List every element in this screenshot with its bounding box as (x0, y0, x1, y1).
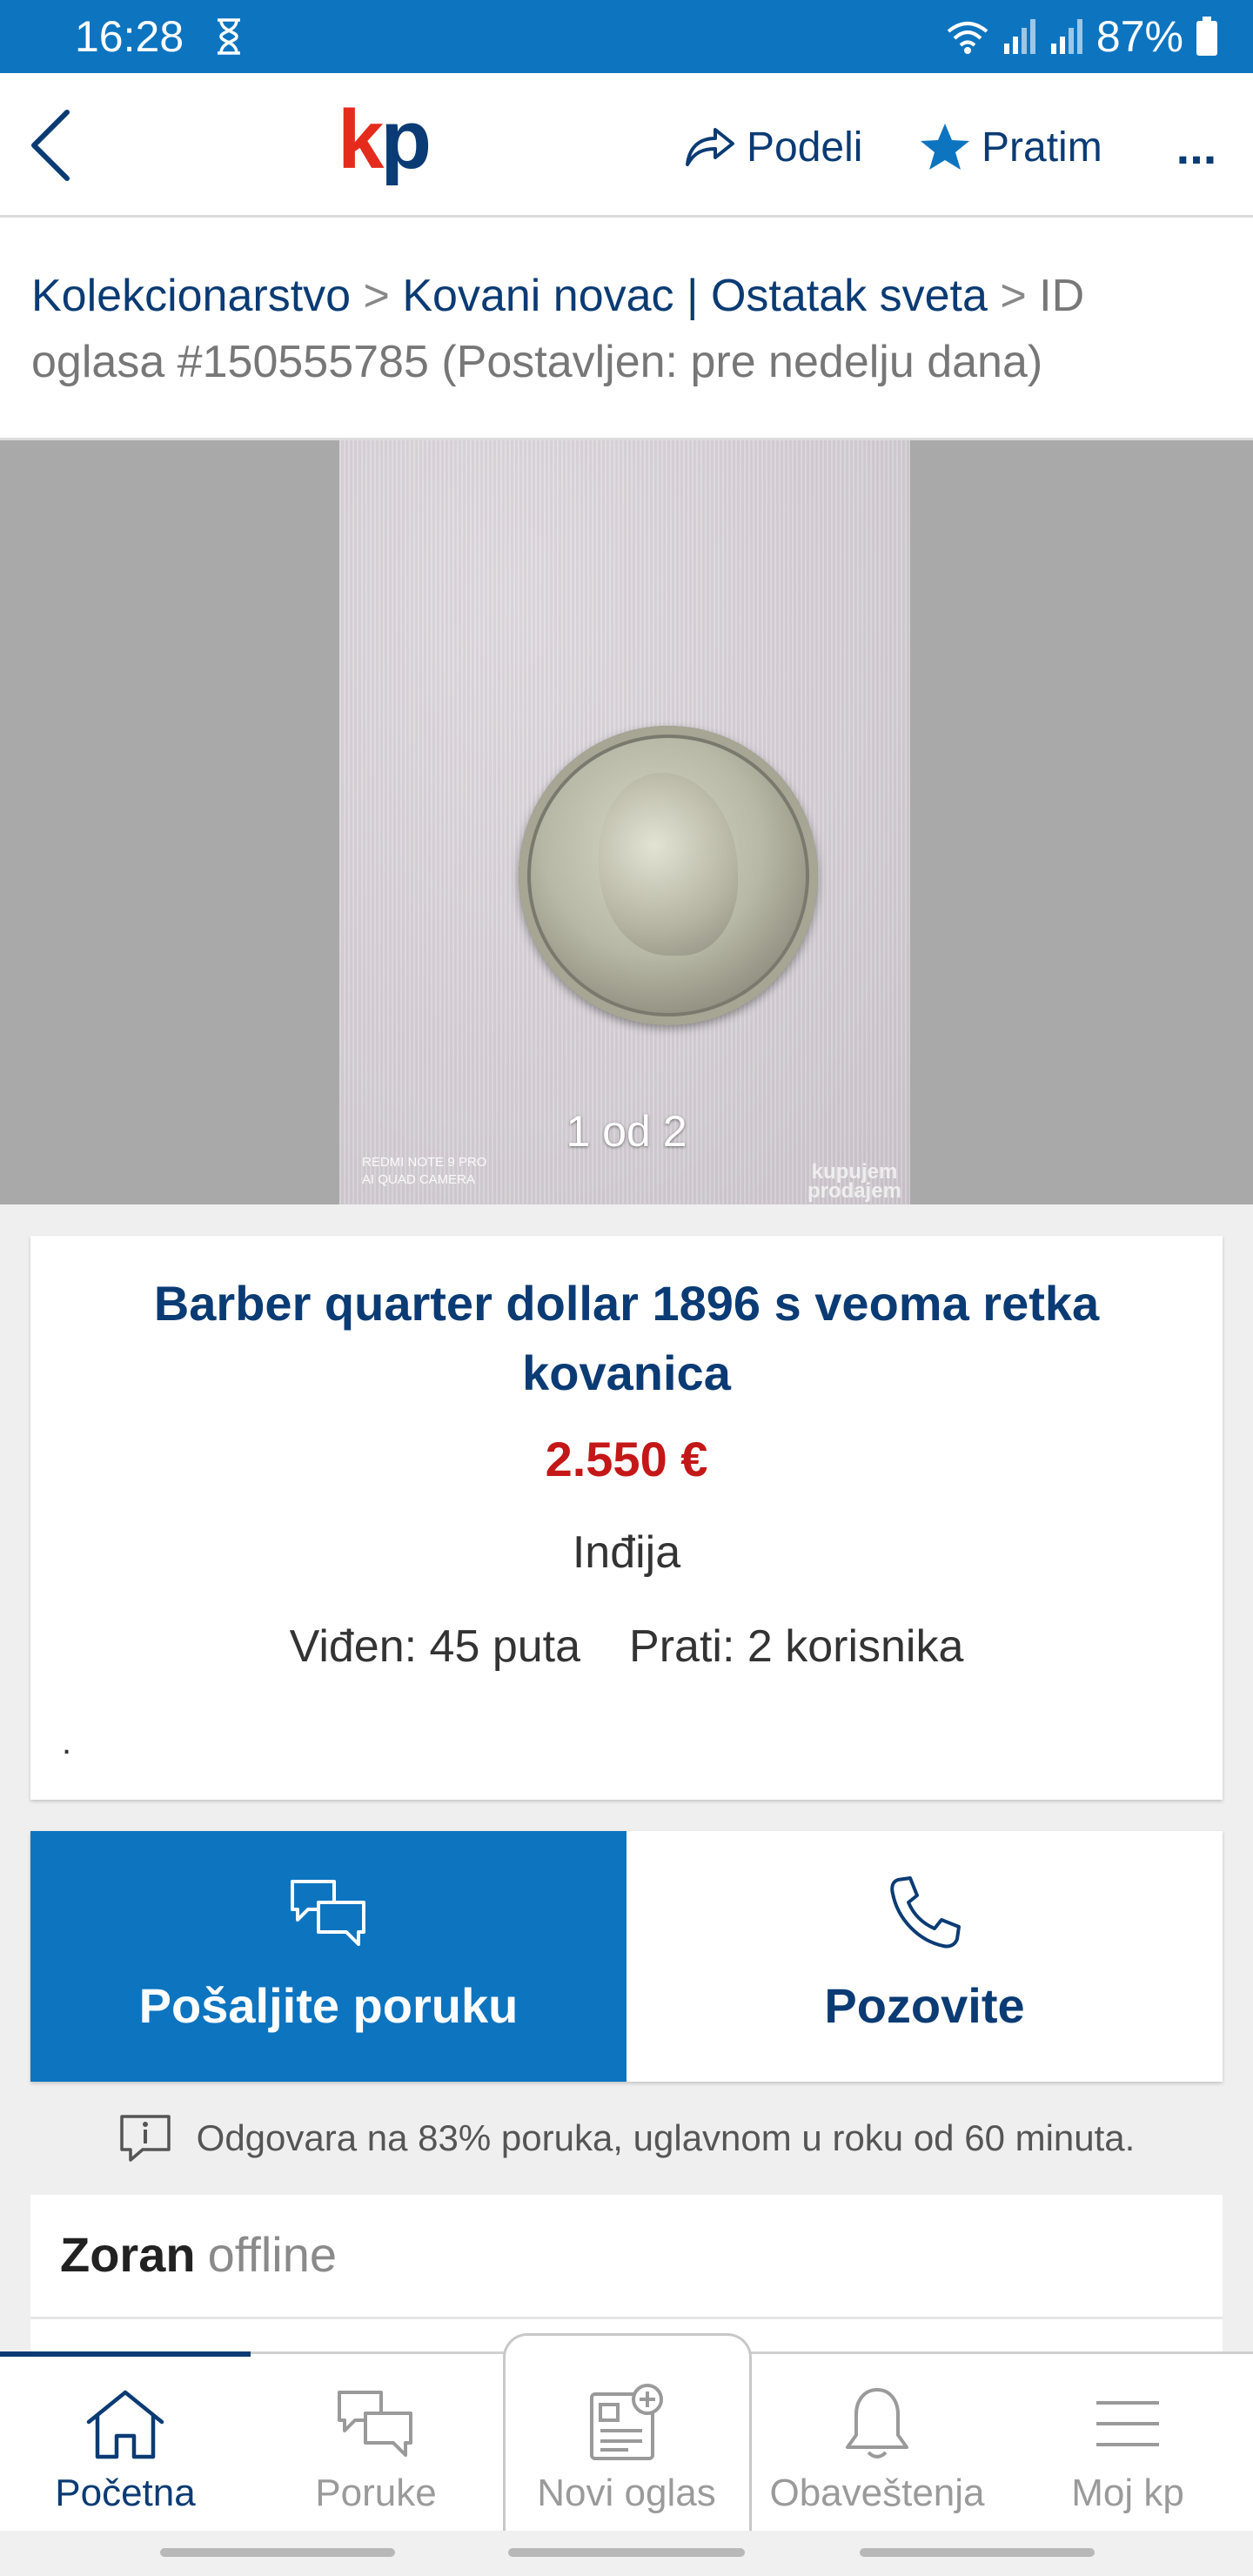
phone-icon (626, 1875, 1223, 1951)
kp-watermark-line2: prodajem (807, 1179, 901, 1203)
gesture-home[interactable] (508, 2548, 745, 2557)
back-button[interactable] (24, 106, 77, 184)
signal-icon-2 (1050, 19, 1082, 54)
nav-my-kp-label: Moj kp (1071, 2472, 1184, 2514)
battery-percent: 87% (1096, 12, 1183, 61)
gesture-back[interactable] (160, 2548, 395, 2557)
gesture-recents[interactable] (860, 2548, 1095, 2557)
screen: { "status_bar": { "time": "16:28", "batt… (0, 0, 1253, 2576)
chevron-left-icon (31, 110, 70, 181)
breadcrumb-separator: > (987, 271, 1040, 321)
logo-k: k (338, 93, 384, 186)
coin-photo[interactable]: REDMI NOTE 9 PRO AI QUAD CAMERA kupujem … (339, 440, 910, 1204)
bottom-navigation: Početna Poruke Novi oglas Obaveštenja Mo… (0, 2333, 1253, 2533)
breadcrumb-area: Kolekcionarstvo > Kovani novac | Ostatak… (0, 218, 1253, 440)
nav-home-label: Početna (55, 2472, 196, 2514)
breadcrumb-subcategory[interactable]: Kovani novac | Ostatak sveta (402, 271, 988, 321)
camera-watermark: REDMI NOTE 9 PRO AI QUAD CAMERA (362, 1154, 486, 1189)
bell-icon (752, 2380, 1002, 2467)
follow-label: Pratim (982, 124, 1102, 171)
nav-home[interactable]: Početna (0, 2351, 251, 2531)
menu-icon (1002, 2380, 1253, 2467)
chat-icon (251, 2380, 501, 2467)
seller-name: Zoran (60, 2227, 196, 2282)
info-bubble-icon (119, 2115, 171, 2162)
app-header: kp Podeli Pratim ... (0, 73, 1253, 218)
hourglass-icon (218, 18, 240, 55)
ad-info-card: Barber quarter dollar 1896 s veoma retka… (30, 1236, 1223, 1800)
nav-my-kp[interactable]: Moj kp (1002, 2354, 1253, 2531)
logo-p: p (380, 93, 432, 186)
image-counter: 1 od 2 (566, 1107, 687, 1156)
more-options-button[interactable]: ... (1166, 117, 1227, 178)
camera-watermark-line2: AI QUAD CAMERA (362, 1172, 476, 1187)
reply-rate-text: Odgovara na 83% poruka, uglavnom u roku … (196, 2117, 1136, 2158)
home-icon (0, 2380, 251, 2467)
follow-button[interactable]: Pratim (919, 117, 1102, 178)
ad-title: Barber quarter dollar 1896 s veoma retka… (153, 1276, 1100, 1400)
status-time: 16:28 (75, 12, 184, 61)
contact-actions: Pošaljite poruku Pozovite (30, 1831, 1223, 2082)
kp-watermark: kupujem prodajem (807, 1162, 901, 1203)
wifi-icon (947, 22, 988, 54)
breadcrumb-separator: > (351, 271, 403, 321)
nav-notifications[interactable]: Obaveštenja (752, 2354, 1002, 2531)
battery-icon (1196, 17, 1217, 56)
ad-description: . (62, 1723, 72, 1761)
ad-location: Inđija (572, 1527, 681, 1578)
status-icons: 87% (945, 12, 1218, 61)
share-label: Podeli (747, 124, 863, 171)
signal-icon (1003, 19, 1035, 54)
image-gallery[interactable]: REDMI NOTE 9 PRO AI QUAD CAMERA kupujem … (0, 440, 1253, 1204)
send-message-button[interactable]: Pošaljite poruku (30, 1831, 626, 2082)
ad-stats: Viđen: 45 puta Prati: 2 korisnika (30, 1619, 1223, 1674)
breadcrumb: Kolekcionarstvo > Kovani novac | Ostatak… (31, 263, 1223, 395)
send-message-label: Pošaljite poruku (138, 1978, 519, 2033)
coin-portrait (599, 773, 738, 956)
reply-rate-info: Odgovara na 83% poruka, uglavnom u roku … (0, 2106, 1253, 2170)
nav-new-ad[interactable]: Novi oglas (501, 2354, 752, 2531)
call-button[interactable]: Pozovite (626, 1831, 1223, 2082)
seller-status: offline (207, 2227, 337, 2282)
followers-count: Prati: 2 korisnika (629, 1621, 964, 1672)
coin-image (519, 726, 818, 1025)
nav-messages[interactable]: Poruke (251, 2354, 501, 2531)
gesture-bar (0, 2531, 1253, 2576)
views-count: Viđen: 45 puta (289, 1621, 581, 1672)
chat-bubbles-icon (30, 1875, 626, 1951)
call-label: Pozovite (824, 1978, 1025, 2033)
share-button[interactable]: Podeli (684, 117, 862, 178)
new-ad-icon (501, 2380, 752, 2467)
breadcrumb-category[interactable]: Kolekcionarstvo (31, 271, 351, 321)
nav-new-ad-label: Novi oglas (537, 2472, 716, 2514)
nav-notifications-label: Obaveštenja (769, 2472, 985, 2514)
seller-header: Zoran offline (60, 2224, 337, 2285)
ad-price: 2.550 € (545, 1432, 708, 1486)
share-icon (686, 128, 734, 166)
star-icon (921, 124, 969, 170)
kp-logo[interactable]: kp (338, 92, 432, 188)
divider (30, 2317, 1223, 2319)
nav-messages-label: Poruke (315, 2472, 437, 2514)
status-bar: 16:28 87% (0, 0, 1253, 73)
